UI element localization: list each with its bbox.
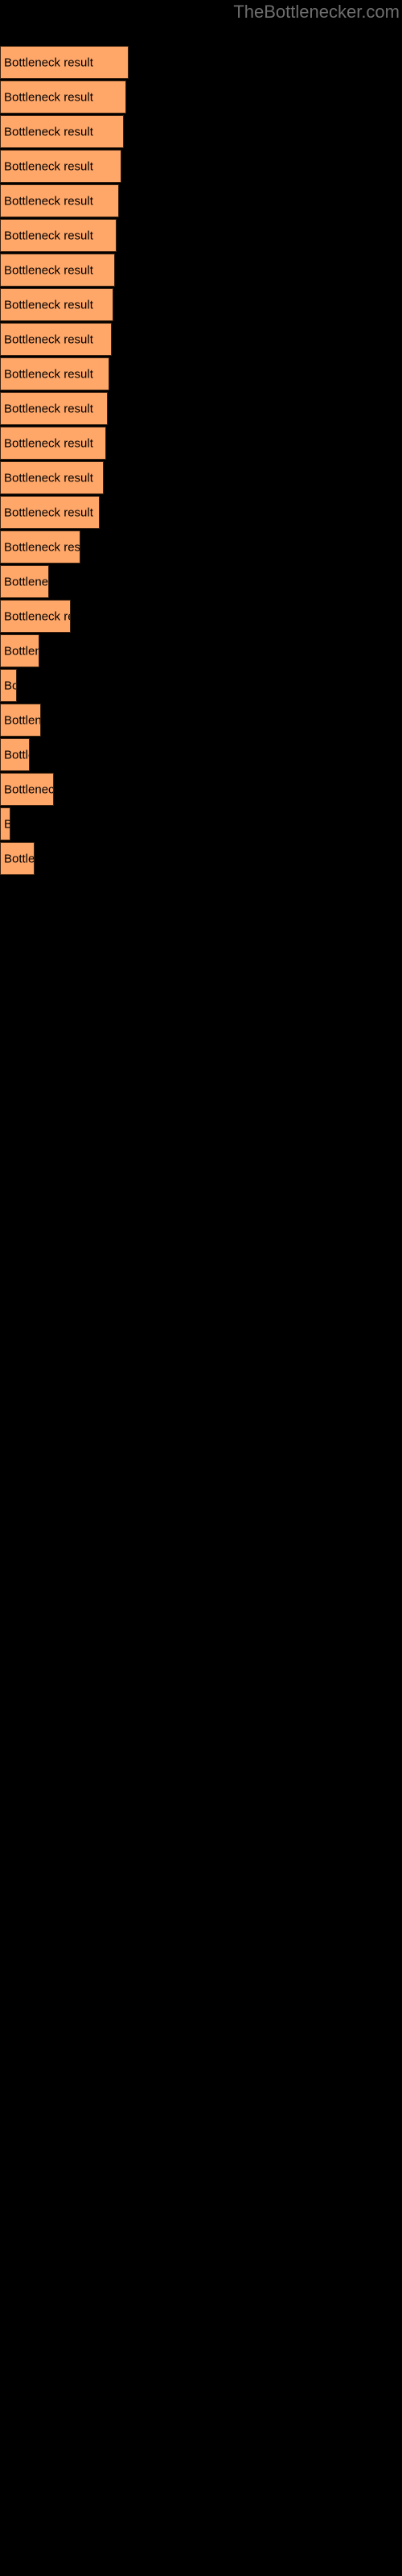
bar-label: Bottleneck result xyxy=(4,644,39,658)
bottleneck-bar-chart: Bottleneck result Bottleneck result Bottle… xyxy=(0,0,402,2576)
bar-row: Bottleneck result xyxy=(0,357,109,390)
bar-label: Bottleneck result xyxy=(4,506,93,519)
bottleneck-result-bar[interactable]: Bottleneck result xyxy=(0,565,49,598)
bottleneck-result-bar[interactable]: Bottleneck result xyxy=(0,634,39,667)
bar-label: Bottleneck result xyxy=(4,609,70,623)
bottleneck-result-bar[interactable]: Bottleneck result xyxy=(0,392,108,425)
bar-row: Bottleneck result xyxy=(0,704,41,737)
bottleneck-result-bar[interactable]: Bottleneck result xyxy=(0,773,54,806)
bar-label: Bottleneck result xyxy=(4,679,16,692)
bar-label: Bottleneck result xyxy=(4,56,93,69)
bar-row: Bottleneck result xyxy=(0,807,10,840)
bottleneck-result-bar[interactable]: Bottleneck result xyxy=(0,150,121,183)
bar-row: Bottleneck result xyxy=(0,288,113,321)
bottleneck-result-bar[interactable]: Bottleneck result xyxy=(0,254,115,287)
bar-row: Bottleneck result xyxy=(0,150,121,183)
bar-label: Bottleneck result xyxy=(4,782,54,796)
bottleneck-result-bar[interactable]: Bottleneck result xyxy=(0,80,126,114)
bottleneck-result-bar[interactable]: Bottleneck result xyxy=(0,842,35,875)
bar-row: Bottleneck result xyxy=(0,80,126,114)
bottleneck-result-bar[interactable]: Bottleneck result xyxy=(0,357,109,390)
page-root: TheBottlenecker.com Bottleneck result Bot… xyxy=(0,0,402,2576)
bar-row: Bottleneck result xyxy=(0,530,80,564)
bar-row: Bottleneck result xyxy=(0,669,17,702)
bar-row: Bottleneck result xyxy=(0,842,35,875)
bottleneck-result-bar[interactable]: Bottleneck result xyxy=(0,704,41,737)
bar-row: Bottleneck result xyxy=(0,427,106,460)
bar-label: Bottleneck result xyxy=(4,402,93,415)
bar-row: Bottleneck result xyxy=(0,600,71,633)
bottleneck-result-bar[interactable]: Bottleneck result xyxy=(0,807,10,840)
bottleneck-result-bar[interactable]: Bottleneck result xyxy=(0,323,112,356)
bottleneck-result-bar[interactable]: Bottleneck result xyxy=(0,115,124,148)
bar-label: Bottleneck result xyxy=(4,575,49,588)
bar-label: Bottleneck result xyxy=(4,540,80,554)
bar-label: Bottleneck result xyxy=(4,263,93,277)
bar-row: Bottleneck result xyxy=(0,738,30,771)
bar-label: Bottleneck result xyxy=(4,436,93,450)
bottleneck-result-bar[interactable]: Bottleneck result xyxy=(0,184,119,217)
bar-row: Bottleneck result xyxy=(0,496,100,529)
bar-label: Bottleneck result xyxy=(4,748,29,762)
bar-label: Bottleneck result xyxy=(4,125,93,138)
bottleneck-result-bar[interactable]: Bottleneck result xyxy=(0,288,113,321)
bar-row: Bottleneck result xyxy=(0,565,49,598)
bottleneck-result-bar[interactable]: Bottleneck result xyxy=(0,669,17,702)
bar-label: Bottleneck result xyxy=(4,159,93,173)
bottleneck-result-bar[interactable]: Bottleneck result xyxy=(0,46,129,79)
bar-row: Bottleneck result xyxy=(0,254,115,287)
bar-label: Bottleneck result xyxy=(4,471,93,485)
bar-row: Bottleneck result xyxy=(0,184,119,217)
bar-row: Bottleneck result xyxy=(0,219,117,252)
bar-label: Bottleneck result xyxy=(4,298,93,312)
bar-row: Bottleneck result xyxy=(0,46,129,79)
bar-label: Bottleneck result xyxy=(4,852,35,865)
bar-label: Bottleneck result xyxy=(4,367,93,381)
bar-label: Bottleneck result xyxy=(4,229,93,242)
bottleneck-result-bar[interactable]: Bottleneck result xyxy=(0,461,104,494)
bar-row: Bottleneck result xyxy=(0,115,124,148)
bar-row: Bottleneck result xyxy=(0,634,39,667)
bar-label: Bottleneck result xyxy=(4,817,10,831)
bottleneck-result-bar[interactable]: Bottleneck result xyxy=(0,219,117,252)
bar-label: Bottleneck result xyxy=(4,90,93,104)
bar-label: Bottleneck result xyxy=(4,194,93,208)
bottleneck-result-bar[interactable]: Bottleneck result xyxy=(0,600,71,633)
bottleneck-result-bar[interactable]: Bottleneck result xyxy=(0,427,106,460)
bottleneck-result-bar[interactable]: Bottleneck result xyxy=(0,496,100,529)
bottleneck-result-bar[interactable]: Bottleneck result xyxy=(0,530,80,564)
bottleneck-result-bar[interactable]: Bottleneck result xyxy=(0,738,30,771)
bar-row: Bottleneck result xyxy=(0,392,108,425)
bar-row: Bottleneck result xyxy=(0,323,112,356)
bar-row: Bottleneck result xyxy=(0,773,54,806)
bar-label: Bottleneck result xyxy=(4,332,93,346)
bar-row: Bottleneck result xyxy=(0,461,104,494)
bar-label: Bottleneck result xyxy=(4,713,41,727)
